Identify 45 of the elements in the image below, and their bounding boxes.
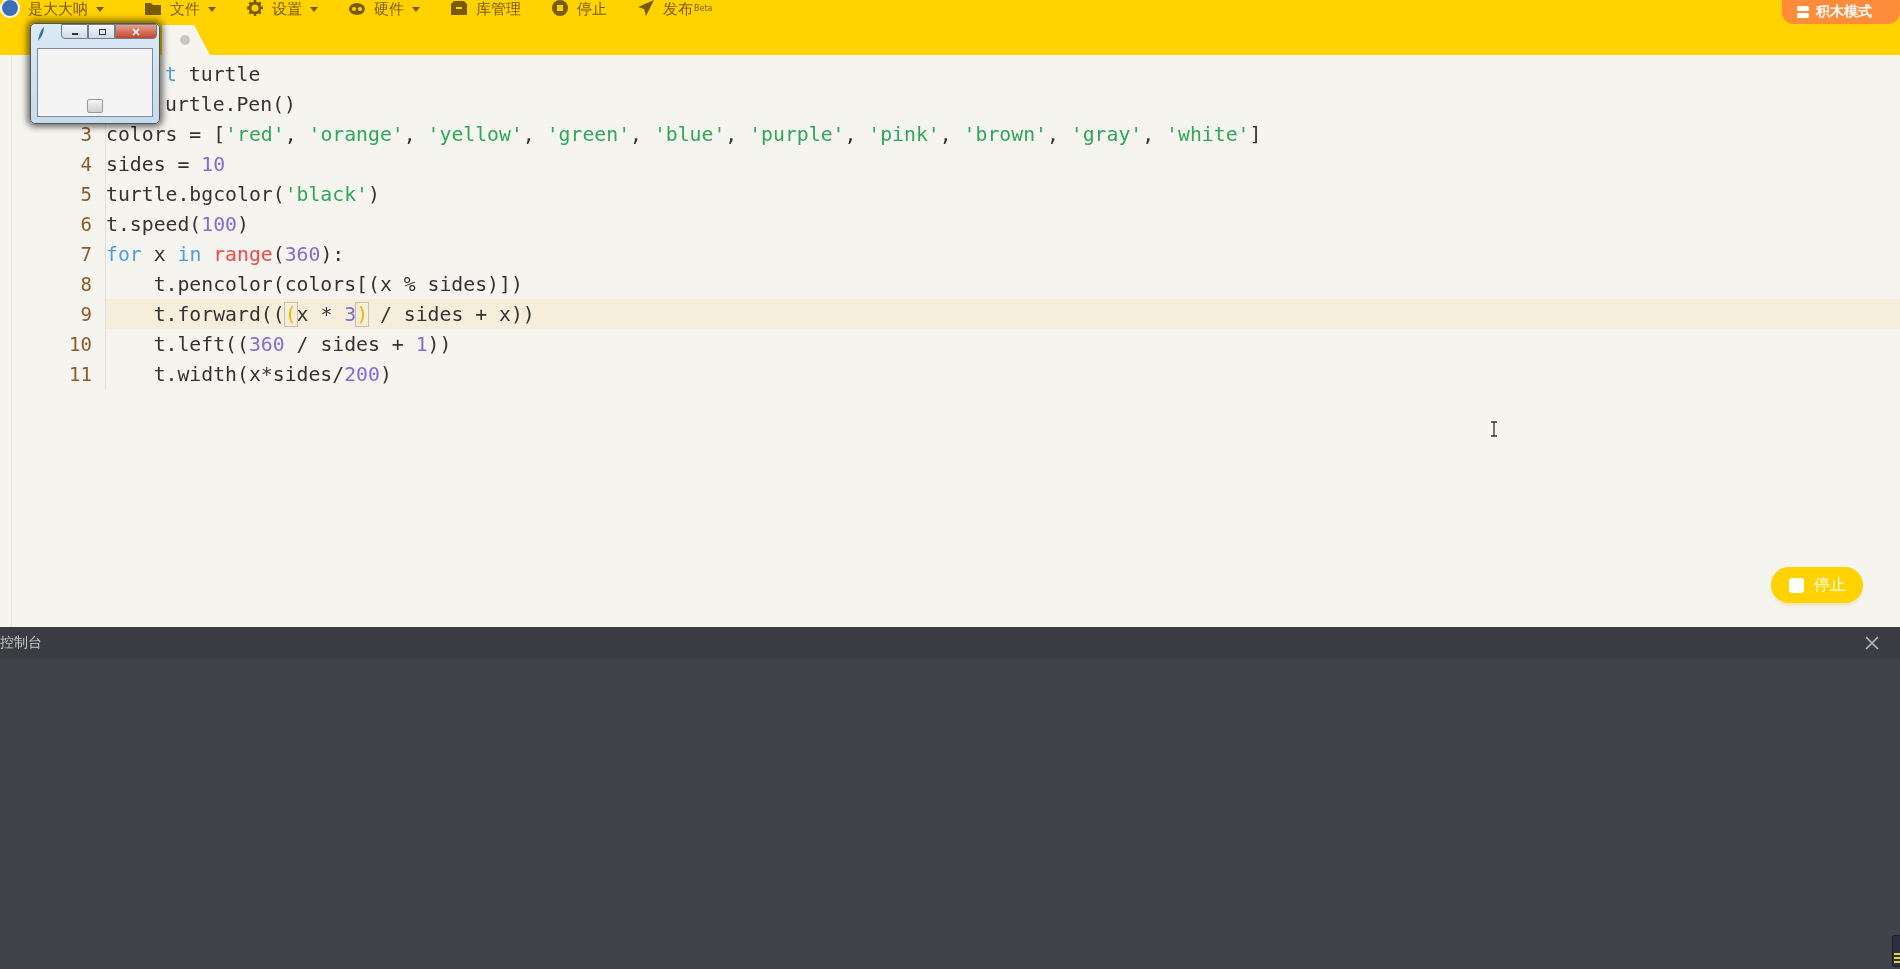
maximize-button[interactable]: [88, 24, 115, 39]
code-line: colors = ['red', 'orange', 'yellow', 'green', 'blue', 'purple', 'pink', 'brown', 'gray', 'white']: [106, 122, 1262, 146]
menu-item[interactable]: 硬件: [348, 0, 420, 18]
feather-icon: [37, 26, 45, 42]
code-line: urtle.Pen(): [165, 92, 296, 116]
line-number: 8: [80, 273, 92, 295]
line-number: 10: [69, 333, 92, 355]
code-line: t.forward(((x * 3) / sides + x)): [152, 302, 535, 326]
code-line: t.width(x*sides/200): [152, 362, 392, 386]
close-icon: [131, 27, 141, 36]
code-line: t turtle: [165, 62, 261, 86]
menu-item[interactable]: 停止: [551, 0, 607, 18]
maximize-icon: [96, 27, 107, 36]
code-line: t.pencolor(colors[(x % sides)]): [152, 272, 523, 296]
blocks-icon: [1796, 5, 1810, 19]
avatar-icon: [0, 0, 20, 18]
text-cursor-icon: [1490, 421, 1498, 437]
line-number: 4: [80, 153, 92, 175]
menu-item[interactable]: 设置: [246, 0, 318, 18]
line-number: 11: [69, 363, 92, 385]
menu-item[interactable]: 发布$^{Beta}$: [637, 0, 713, 18]
menu-item[interactable]: 库管理: [450, 0, 521, 18]
settings-icon: [246, 0, 264, 17]
code-line: t.left((360 / sides + 1)): [152, 332, 452, 356]
turtle-graphics-dialog[interactable]: [30, 23, 160, 124]
line-number: 9: [80, 303, 92, 325]
line-number: 3: [80, 123, 92, 145]
line-number: 7: [80, 243, 92, 265]
user-menu[interactable]: 是大大呐: [28, 0, 104, 18]
close-icon[interactable]: [1865, 635, 1879, 650]
line-number: 5: [80, 183, 92, 205]
code-line: t.speed(100): [106, 212, 249, 236]
folder-icon: [144, 0, 162, 17]
line-number: 6: [80, 213, 92, 235]
level-meter-icon: [1892, 935, 1900, 967]
menu-item[interactable]: 文件: [144, 0, 216, 18]
minimize-button[interactable]: [61, 24, 88, 39]
code-line: sides = 10: [106, 152, 226, 176]
small-button[interactable]: [87, 99, 103, 113]
console-title: 控制台: [0, 633, 42, 652]
close-button[interactable]: [115, 24, 157, 39]
paper-plane-icon: [637, 0, 655, 17]
code-line: for x in range(360):: [106, 242, 345, 266]
stop-square-icon: [1788, 577, 1804, 593]
code-line: turtle.bgcolor('black'): [106, 182, 380, 206]
